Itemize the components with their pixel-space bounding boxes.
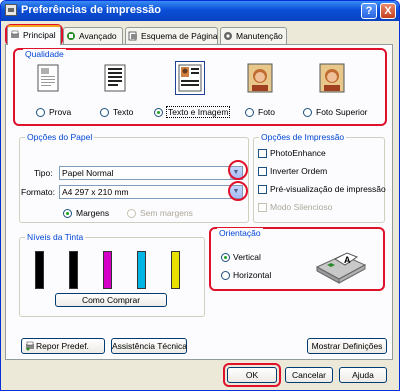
tipo-label: Tipo: xyxy=(34,168,53,178)
texto-e-imagem-radio[interactable] xyxy=(154,108,163,117)
cancelar-button[interactable]: Cancelar xyxy=(285,367,333,383)
foto-label: Foto xyxy=(258,107,276,117)
pre-visualizacao-checkbox[interactable] xyxy=(258,185,267,194)
tab-esquema-pagina[interactable]: Esquema de Página xyxy=(125,27,218,44)
ok-button-highlight xyxy=(223,363,281,387)
foto-radio[interactable] xyxy=(245,108,254,117)
svg-text:A: A xyxy=(344,255,351,265)
formato-label: Formato: xyxy=(21,187,56,197)
maintenance-tab-icon xyxy=(224,32,232,40)
principal-tab-icon xyxy=(11,30,19,38)
reset-printer-icon xyxy=(26,341,34,351)
como-comprar-button[interactable]: Como Comprar xyxy=(55,293,167,307)
text-image-quality-icon xyxy=(175,61,205,95)
modo-silencioso-label: Modo Silencioso xyxy=(270,202,333,212)
prova-label: Prova xyxy=(49,107,72,117)
tipo-value: Papel Normal xyxy=(62,168,114,178)
texto-label: Texto xyxy=(113,107,134,117)
horizontal-radio[interactable] xyxy=(221,271,230,280)
formato-value: A4 297 x 210 mm xyxy=(62,187,129,197)
photo-superior-quality-icon xyxy=(319,63,345,93)
opcoes-papel-title: Opções do Papel xyxy=(25,132,95,142)
tab-avancado[interactable]: Avançado xyxy=(63,27,123,44)
vertical-radio[interactable] xyxy=(221,253,230,262)
ink-level-black-1 xyxy=(35,251,44,289)
modo-silencioso-checkbox[interactable] xyxy=(258,203,267,212)
tab-label-manutencao: Manutenção xyxy=(236,31,283,41)
assistencia-tecnica-button[interactable]: Assistência Técnica xyxy=(111,338,187,354)
texto-e-imagem-label: Texto e Imagem xyxy=(166,106,231,118)
texto-radio[interactable] xyxy=(100,108,109,117)
help-title-button[interactable]: ? xyxy=(361,3,377,19)
horizontal-label: Horizontal xyxy=(233,270,272,280)
photo-quality-icon xyxy=(247,63,273,93)
tipo-dropdown-highlight xyxy=(228,160,248,180)
sem-margens-radio[interactable] xyxy=(127,209,136,218)
orientacao-title: Orientação xyxy=(217,228,263,238)
photoenhance-checkbox[interactable] xyxy=(258,149,267,158)
repor-predef-label: Repor Predef. xyxy=(36,341,89,351)
title-bar[interactable]: Preferências de impressão ? X xyxy=(1,1,399,21)
printer-icon xyxy=(5,4,17,16)
formato-select[interactable]: A4 297 x 210 mm ▼ xyxy=(59,185,243,199)
tab-principal[interactable]: Principal xyxy=(7,25,61,45)
tab-label-avancado: Avançado xyxy=(79,31,117,41)
close-title-button[interactable]: X xyxy=(380,3,396,19)
formato-dropdown-highlight xyxy=(228,181,248,201)
ajuda-button[interactable]: Ajuda xyxy=(339,367,387,383)
window-title: Preferências de impressão xyxy=(21,4,162,16)
foto-superior-label: Foto Superior xyxy=(316,107,368,117)
niveis-tinta-title: Níveis da Tinta xyxy=(25,232,86,242)
photoenhance-label: PhotoEnhance xyxy=(270,148,326,158)
vertical-label: Vertical xyxy=(233,252,261,262)
sem-margens-label: Sem margens xyxy=(140,208,193,218)
mostrar-definicoes-button[interactable]: Mostrar Definições xyxy=(307,338,387,354)
repor-predef-button[interactable]: Repor Predef. xyxy=(21,338,105,354)
margens-label: Margens xyxy=(76,208,110,218)
tab-manutencao[interactable]: Manutenção xyxy=(220,27,287,44)
tab-label-esquema-pagina: Esquema de Página xyxy=(141,31,218,41)
tab-label-principal: Principal xyxy=(23,30,56,40)
qualidade-group-title: Qualidade xyxy=(23,49,66,59)
advanced-tab-icon xyxy=(67,32,75,40)
foto-superior-radio[interactable] xyxy=(303,108,312,117)
print-preferences-window: Preferências de impressão ? X Principal … xyxy=(0,0,400,391)
pre-visualizacao-label: Pré-visualização de impressão xyxy=(270,184,386,194)
prova-radio[interactable] xyxy=(36,108,45,117)
inverter-ordem-checkbox[interactable] xyxy=(258,167,267,176)
ink-level-cyan xyxy=(137,251,146,289)
tipo-select[interactable]: Papel Normal ▼ xyxy=(59,166,243,180)
draft-quality-icon xyxy=(37,64,59,92)
printer-orientation-icon: A xyxy=(315,252,367,284)
inverter-ordem-label: Inverter Ordem xyxy=(270,166,328,176)
ink-level-magenta xyxy=(103,251,112,289)
ink-level-black-2 xyxy=(69,251,78,289)
page-layout-tab-icon xyxy=(128,31,137,41)
text-quality-icon xyxy=(104,64,126,92)
margens-radio[interactable] xyxy=(63,209,72,218)
ink-level-yellow xyxy=(171,251,180,289)
opcoes-impressao-title: Opções de Impressão xyxy=(259,132,347,142)
